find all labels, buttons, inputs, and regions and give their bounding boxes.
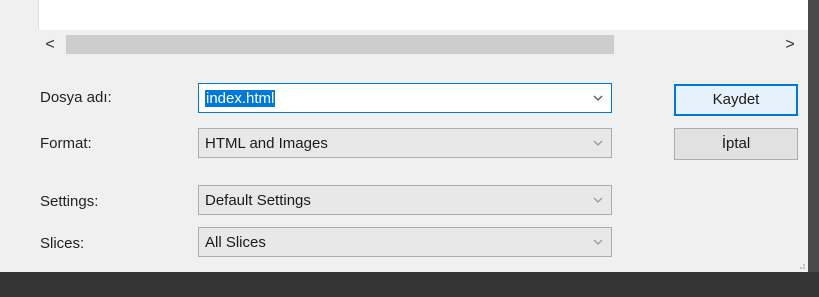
format-label: Format: bbox=[40, 135, 92, 152]
slices-label: Slices: bbox=[40, 235, 85, 252]
chevron-down-icon[interactable] bbox=[591, 236, 605, 248]
filename-combobox[interactable]: index.html bbox=[198, 83, 612, 113]
format-select[interactable]: HTML and Images bbox=[198, 128, 612, 158]
background-strip-right bbox=[808, 0, 819, 297]
filename-label: Dosya adı: bbox=[40, 89, 112, 106]
filename-input[interactable]: index.html bbox=[205, 90, 276, 107]
scroll-left-arrow[interactable]: < bbox=[42, 36, 58, 54]
scroll-thumb[interactable] bbox=[66, 35, 614, 54]
settings-select[interactable]: Default Settings bbox=[198, 185, 612, 215]
scroll-right-arrow[interactable]: > bbox=[782, 36, 798, 54]
chevron-down-icon[interactable] bbox=[591, 137, 605, 149]
chevron-down-icon[interactable] bbox=[591, 92, 605, 104]
format-value: HTML and Images bbox=[205, 135, 328, 152]
slices-value: All Slices bbox=[205, 234, 266, 251]
settings-value: Default Settings bbox=[205, 192, 311, 209]
background-strip-bottom bbox=[0, 272, 819, 297]
settings-label: Settings: bbox=[40, 193, 99, 210]
save-button[interactable]: Kaydet bbox=[674, 84, 798, 116]
slices-select[interactable]: All Slices bbox=[198, 227, 612, 257]
horizontal-scrollbar[interactable]: < > bbox=[38, 30, 808, 60]
save-dialog: < > Dosya adı: index.html Format: HTML a… bbox=[0, 0, 809, 272]
resize-grip-icon[interactable] bbox=[796, 260, 806, 270]
cancel-button[interactable]: İptal bbox=[674, 128, 798, 160]
chevron-down-icon[interactable] bbox=[591, 194, 605, 206]
filename-selected-text: index.html bbox=[205, 90, 276, 107]
file-list[interactable] bbox=[38, 0, 809, 30]
